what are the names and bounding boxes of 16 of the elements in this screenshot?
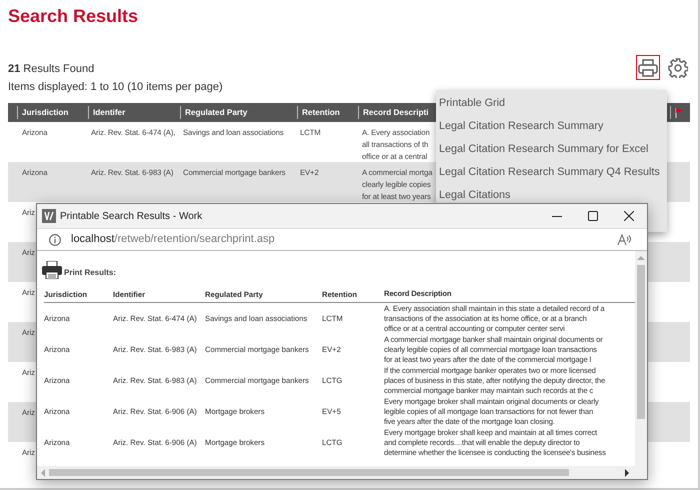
menu-item[interactable]: Legal Citations [436,184,514,207]
page-title: Search Results [7,5,138,28]
column-header[interactable]: Jurisdiction [17,106,88,119]
address-field[interactable]: localhost/retweb/retention/searchprint.asp [71,231,275,248]
print-results-heading: Print Results: [64,267,116,279]
column-header[interactable]: Retention [297,106,358,119]
results-count: 21 Results Found [8,62,96,77]
column-header[interactable]: Identifer [88,106,180,119]
menu-item[interactable]: Legal Citation Research Summary Q4 Results [436,161,663,184]
column-header[interactable]: Regulated Party [180,106,297,119]
window-title: Printable Search Results - Work [60,210,202,224]
menu-item[interactable]: Legal Citation Research Summary for Excel [436,138,652,161]
items-displayed-text: Items displayed: 1 to 10 (10 items per page) [8,80,223,95]
menu-item[interactable]: Legal Citation Research Summary [436,115,606,138]
menu-item[interactable]: Printable Grid [436,92,508,115]
column-header[interactable]: Record Descripti [358,106,429,119]
